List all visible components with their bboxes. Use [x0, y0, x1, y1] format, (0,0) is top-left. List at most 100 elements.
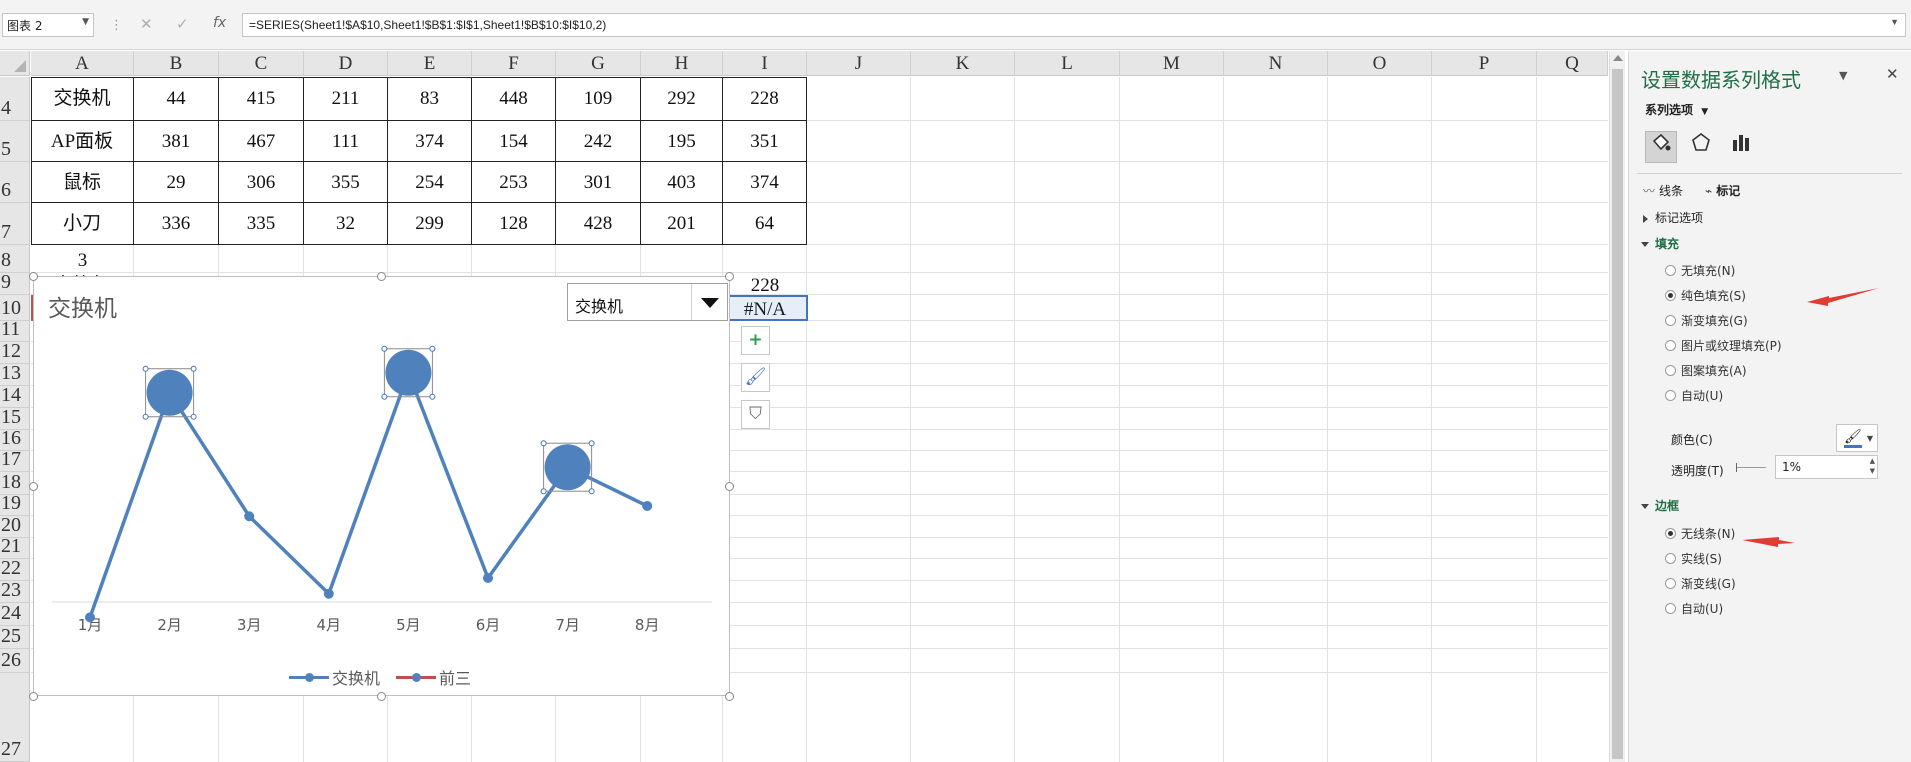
chevron-down-icon[interactable]: ▼ — [1890, 17, 1899, 27]
series-point-前三[interactable] — [146, 369, 193, 416]
resize-handle[interactable] — [725, 692, 734, 701]
cell[interactable]: 201 — [641, 203, 723, 245]
cell[interactable]: 29 — [134, 162, 219, 203]
cell[interactable]: 467 — [219, 121, 304, 162]
cell[interactable]: 83 — [388, 77, 472, 121]
cell[interactable] — [472, 245, 556, 273]
resize-handle[interactable] — [377, 692, 386, 701]
series-point-交换机[interactable] — [642, 500, 653, 511]
resize-handle[interactable] — [725, 482, 734, 491]
chevron-down-icon[interactable] — [691, 284, 727, 320]
column-header-d[interactable]: D — [304, 51, 388, 76]
row-header-14[interactable]: 14 — [0, 384, 30, 408]
row-header-13[interactable]: 13 — [0, 362, 30, 386]
resize-handle[interactable] — [377, 272, 386, 281]
cell[interactable]: 109 — [556, 77, 641, 121]
series-point-前三[interactable] — [544, 444, 591, 491]
column-header-h[interactable]: H — [641, 51, 723, 76]
cell[interactable]: AP面板 — [31, 121, 134, 162]
row-header-26[interactable]: 26 — [0, 649, 30, 673]
cell[interactable]: 448 — [472, 77, 556, 121]
legend-item[interactable]: 交换机 — [289, 665, 380, 689]
row-header-19[interactable]: 19 — [0, 492, 30, 516]
legend-item[interactable]: 前三 — [396, 665, 471, 689]
row-header-23[interactable]: 23 — [0, 579, 30, 603]
cell[interactable]: 306 — [219, 162, 304, 203]
cell[interactable] — [641, 245, 723, 273]
column-header-p[interactable]: P — [1432, 51, 1537, 76]
series-point-交换机[interactable] — [85, 612, 95, 623]
name-box[interactable]: 图表 2 ▼ — [2, 13, 94, 37]
cell[interactable]: 154 — [472, 121, 556, 162]
column-header-f[interactable]: F — [472, 51, 556, 76]
cell[interactable]: 403 — [641, 162, 723, 203]
cell[interactable]: 鼠标 — [31, 162, 134, 203]
row-header-4[interactable]: 4 — [0, 77, 30, 121]
column-header-n[interactable]: N — [1224, 51, 1328, 76]
chart-plot[interactable]: 1月 2月 3月 4月 5月 6月 7月 8月 — [34, 277, 731, 697]
column-header-a[interactable]: A — [31, 51, 134, 76]
cell[interactable]: 交换机 — [31, 77, 134, 121]
cell[interactable]: 3 — [31, 245, 134, 273]
row-header-22[interactable]: 22 — [0, 557, 30, 581]
cell[interactable]: 111 — [304, 121, 388, 162]
column-header-e[interactable]: E — [388, 51, 472, 76]
series-point-交换机[interactable] — [483, 573, 493, 584]
row-header-17[interactable]: 17 — [0, 448, 30, 472]
cell[interactable]: 242 — [556, 121, 641, 162]
column-header-k[interactable]: K — [911, 51, 1015, 76]
chart-styles-button[interactable]: 🖌 — [741, 363, 770, 392]
row-header-5[interactable]: 5 — [0, 121, 30, 162]
resize-handle[interactable] — [725, 272, 734, 281]
row-header-12[interactable]: 12 — [0, 340, 30, 364]
cell[interactable] — [134, 245, 219, 273]
formula-input[interactable]: =SERIES(Sheet1!$A$10,Sheet1!$B$1:$I$1,Sh… — [242, 13, 1906, 37]
chevron-down-icon[interactable]: ▼ — [82, 17, 89, 27]
row-header-25[interactable]: 25 — [0, 625, 30, 649]
row-header-24[interactable]: 24 — [0, 602, 30, 626]
cell[interactable]: 415 — [219, 77, 304, 121]
cell[interactable]: 299 — [388, 203, 472, 245]
cell[interactable]: 355 — [304, 162, 388, 203]
cell[interactable]: 195 — [641, 121, 723, 162]
cell[interactable]: 335 — [219, 203, 304, 245]
row-header-27[interactable]: 27 — [0, 673, 30, 762]
fx-icon[interactable]: fx — [213, 15, 226, 31]
resize-handle[interactable] — [29, 692, 38, 701]
column-header-o[interactable]: O — [1328, 51, 1432, 76]
column-header-g[interactable]: G — [556, 51, 641, 76]
cell[interactable]: 254 — [388, 162, 472, 203]
column-header-m[interactable]: M — [1120, 51, 1224, 76]
cell[interactable]: 428 — [556, 203, 641, 245]
row-header-8[interactable]: 8 — [0, 245, 30, 273]
row-header-9[interactable]: 9 — [0, 271, 30, 295]
cell[interactable]: 351 — [723, 121, 807, 162]
row-header-6[interactable]: 6 — [0, 162, 30, 203]
resize-handle[interactable] — [29, 272, 38, 281]
cell[interactable] — [388, 245, 472, 273]
enter-icon[interactable]: ✓ — [176, 15, 189, 33]
cell[interactable]: 374 — [388, 121, 472, 162]
series-dropdown[interactable]: 交换机 — [567, 283, 728, 321]
cell[interactable]: 301 — [556, 162, 641, 203]
cell[interactable] — [304, 245, 388, 273]
scroll-thumb[interactable] — [1612, 69, 1623, 759]
cancel-icon[interactable]: ✕ — [140, 15, 153, 33]
select-all-corner[interactable] — [0, 51, 30, 76]
cell[interactable]: 381 — [134, 121, 219, 162]
cell[interactable]: 253 — [472, 162, 556, 203]
row-header-7[interactable]: 7 — [0, 203, 30, 245]
chart-legend[interactable]: 交换机 前三 — [289, 665, 471, 689]
chart-filters-button[interactable]: ⛉ — [741, 400, 770, 429]
cell[interactable]: 211 — [304, 77, 388, 121]
cell[interactable] — [219, 245, 304, 273]
column-header-c[interactable]: C — [219, 51, 304, 76]
cell[interactable]: 336 — [134, 203, 219, 245]
cell[interactable] — [556, 245, 641, 273]
series-point-前三[interactable] — [385, 349, 432, 396]
series-point-交换机[interactable] — [244, 511, 255, 522]
cell[interactable]: 228 — [723, 273, 807, 295]
chart-title[interactable]: 交换机 — [48, 289, 117, 323]
cell[interactable]: 128 — [472, 203, 556, 245]
resize-handle[interactable] — [29, 482, 38, 491]
